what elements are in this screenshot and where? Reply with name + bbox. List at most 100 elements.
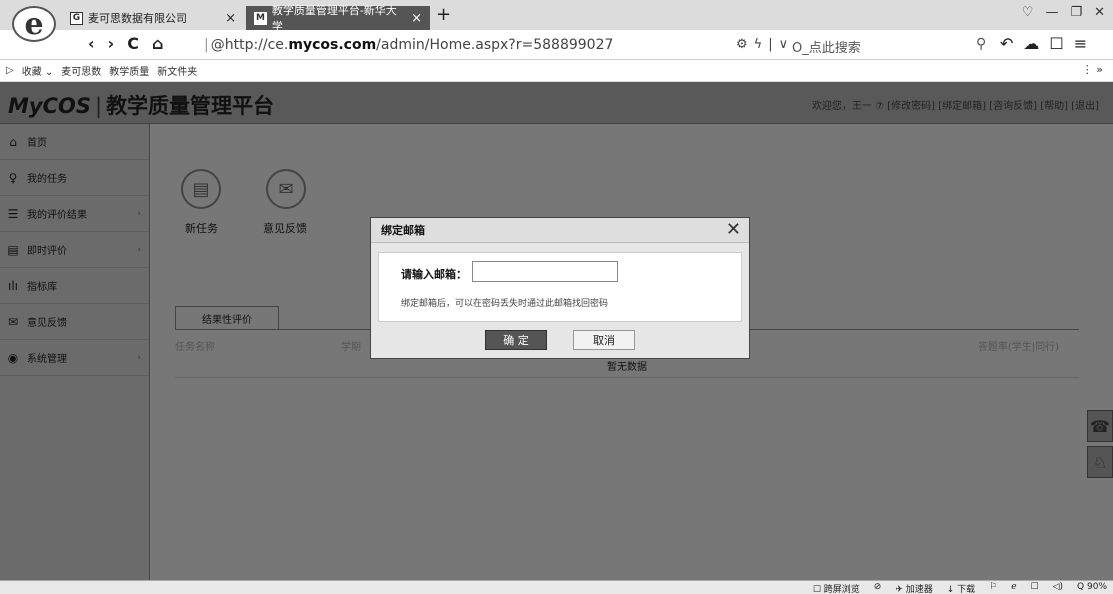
close-window-button[interactable]: ✕ [1094,5,1105,20]
dialog-header: 绑定邮箱 ✕ [371,218,749,243]
empty-state-text: 暂无数据 [175,358,1079,378]
platform-title: 教学质量管理平台 [106,94,275,118]
address-bar: ‹ › C ⌂ | @http://ce.mycos.com/admin/Home… [0,30,1113,60]
feedback-label[interactable]: 意见反馈 [263,220,307,236]
search-icon[interactable]: ⚲ [976,36,986,52]
accelerator-button[interactable]: ✈ 加速器 [895,582,932,594]
url-path: /admin/Home.aspx?r=588899027 [376,37,614,53]
list-icon: ☰ [7,206,19,221]
email-field[interactable] [472,261,618,282]
block-icon[interactable]: ⊘ [874,582,882,594]
refresh-button[interactable]: C [127,34,139,53]
window-controls: ♡ — ❐ ✕ [1022,5,1105,20]
brand-name: MyCOS [8,94,91,118]
cloud-icon[interactable]: ☁ [1023,34,1039,53]
new-tab-button[interactable]: + [436,4,451,25]
brand-divider: | [94,94,103,118]
sidebar-item-home[interactable]: ⌂ 首页 [0,124,149,160]
window-icon[interactable]: ☐ [1031,582,1039,594]
sidebar-item-system-management[interactable]: ◉ 系统管理 › [0,340,149,376]
email-label: 请输入邮箱： [401,268,467,281]
sidebar-item-label: 指标库 [27,282,57,293]
cross-screen-button[interactable]: ☐ 跨屏浏览 [813,582,860,594]
url-input[interactable]: | @http://ce.mycos.com/admin/Home.aspx?r=… [202,37,613,53]
feedback-icon[interactable]: ✉ [266,169,306,209]
sidebar-item-my-tasks[interactable]: ♀ 我的任务 [0,160,149,196]
sidebar-item-label: 首页 [27,138,47,149]
download-button[interactable]: ↓ 下载 [947,582,975,594]
email-hint: 绑定邮箱后，可以在密码丢失时通过此邮箱找回密码 [401,299,609,309]
dropdown-icon[interactable]: ∨ [779,37,789,52]
sidebar-item-instant-evaluation[interactable]: ▤ 即时评价 › [0,232,149,268]
phone-icon[interactable]: ☎ [1087,410,1113,442]
tab-label: 麦可思数据有限公司 [88,12,187,25]
browser-tools: ↶ ☁ ☐ ≡ [1000,34,1087,53]
lightning-icon[interactable]: ϟ [754,37,763,52]
user-icon: ♀ [8,170,18,185]
volume-icon[interactable]: ◁) [1053,582,1063,594]
minimize-button[interactable]: — [1045,5,1058,20]
favorite-icon[interactable]: ♡ [1022,5,1034,20]
home-icon: ⌂ [9,134,17,149]
sidebar-item-label: 即时评价 [27,246,67,257]
mail-icon: ✉ [7,314,19,329]
browser-tab-bar: G 麦可思数据有限公司 × M 教学质量管理平台-新华大学 × + ♡ — ❐ … [0,0,1113,33]
nav-buttons: ‹ › C ⌂ [88,34,163,53]
bookmark-favorites[interactable]: 收藏 ⌄ [22,63,54,78]
bookmark-teaching-quality[interactable]: 教学质量 [109,63,149,78]
sidebar-item-indicator-library[interactable]: ılı 指标库 [0,268,149,304]
user-links[interactable]: 欢迎您，王一 ⑦ [修改密码] [绑定邮箱] [咨询反馈] [帮助] [退出] [812,97,1099,112]
chevron-right-icon: › [137,208,141,219]
column-task-name: 任务名称 [175,342,215,353]
sidebar-item-label: 意见反馈 [27,318,67,329]
qq-icon[interactable]: ♘ [1087,446,1113,478]
bookmark-bar: ▷ 收藏 ⌄ 麦可思数 教学质量 新文件夹 ⋮ » [0,60,1113,82]
divider: | [768,37,773,52]
app-header: MyCOS | 教学质量管理平台 欢迎您，王一 ⑦ [修改密码] [绑定邮箱] [咨… [0,82,1113,124]
url-prefix: http://ce. [224,37,289,53]
new-task-label[interactable]: 新任务 [185,220,218,236]
bookmark-new-folder[interactable]: 新文件夹 [157,63,197,78]
flag-icon[interactable]: ⚐ [989,582,997,594]
confirm-button[interactable]: 确 定 [485,330,547,350]
bookmark-toggle-icon[interactable]: ▷ [6,65,14,76]
chevron-right-icon: › [137,352,141,363]
forward-button[interactable]: › [108,34,115,53]
sidebar-item-feedback[interactable]: ✉ 意见反馈 [0,304,149,340]
window-icon[interactable]: ☐ [1049,34,1063,53]
bookmark-more-icon[interactable]: ⋮ » [1082,63,1103,76]
tab-result-evaluation[interactable]: 结果性评价 [175,306,279,330]
back-button[interactable]: ‹ [88,34,95,53]
bookmark-mycos[interactable]: 麦可思数 [61,63,101,78]
tab-close-icon[interactable]: × [411,11,422,26]
ie-icon[interactable]: ℯ [1011,582,1016,594]
tab-favicon-icon: M [254,11,267,25]
search-input[interactable]: O_点此搜索 [792,37,861,56]
new-task-icon[interactable]: ▤ [181,169,221,209]
home-button[interactable]: ⌂ [152,34,163,53]
browser-status-bar: ☐ 跨屏浏览 ⊘ ✈ 加速器 ↓ 下载 ⚐ ℯ ☐ ◁) Q 90% [0,580,1113,594]
brand-logo: MyCOS | 教学质量管理平台 [8,90,274,120]
maximize-button[interactable]: ❐ [1070,5,1082,20]
browser-tab-platform[interactable]: M 教学质量管理平台-新华大学 × [246,4,430,33]
security-icon: @ [210,37,225,53]
cancel-button[interactable]: 取消 [573,330,635,350]
close-icon[interactable]: ✕ [726,219,741,240]
undo-icon[interactable]: ↶ [1000,34,1013,53]
bind-email-dialog: 绑定邮箱 ✕ 请输入邮箱： 绑定邮箱后，可以在密码丢失时通过此邮箱找回密码 确 … [370,217,750,359]
dialog-body: 请输入邮箱： 绑定邮箱后，可以在密码丢失时通过此邮箱找回密码 [378,252,742,322]
document-icon: ▤ [7,242,19,257]
browser-tab-mycos-company[interactable]: G 麦可思数据有限公司 × [62,6,244,30]
tab-close-icon[interactable]: × [225,11,236,26]
sidebar-item-my-results[interactable]: ☰ 我的评价结果 › [0,196,149,232]
sidebar-item-label: 我的评价结果 [27,210,87,221]
bar-chart-icon: ılı [7,278,18,293]
gear-icon: ◉ [7,350,19,365]
column-response-rate: 答题率(学生|同行) [977,342,1059,353]
address-tools: ⚙ ϟ | ∨ [736,37,788,52]
status-items: ☐ 跨屏浏览 ⊘ ✈ 加速器 ↓ 下载 ⚐ ℯ ☐ ◁) Q 90% [813,582,1107,594]
sidebar: ⌂ 首页 ♀ 我的任务 ☰ 我的评价结果 › ▤ 即时评价 › ılı 指标库 ✉ 意见反馈 ◉… [0,124,150,580]
menu-icon[interactable]: ≡ [1074,34,1087,53]
settings-icon[interactable]: ⚙ [736,37,748,52]
zoom-level[interactable]: Q 90% [1077,582,1107,594]
